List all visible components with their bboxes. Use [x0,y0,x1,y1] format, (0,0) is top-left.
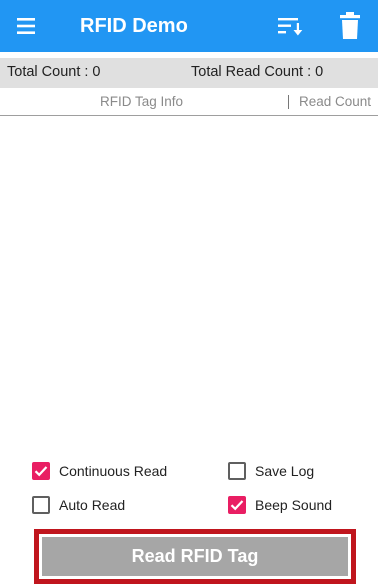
count-bar: Total Count : 0 Total Read Count : 0 [0,58,378,88]
save-log-checkbox[interactable]: Save Log [228,460,314,482]
auto-read-label: Auto Read [59,497,126,513]
sort-icon[interactable] [277,13,305,39]
beep-sound-checkbox[interactable]: Beep Sound [228,494,332,516]
checkbox-unchecked-icon [32,496,50,514]
app-toolbar: RFID Demo [0,0,378,52]
checkbox-checked-icon [228,496,246,514]
beep-sound-label: Beep Sound [255,497,333,513]
continuous-read-checkbox[interactable]: Continuous Read [32,460,167,482]
checkbox-unchecked-icon [228,462,246,480]
trash-icon[interactable] [338,11,362,41]
hamburger-menu-icon[interactable] [16,14,40,38]
column-divider [288,95,289,109]
tag-list[interactable] [0,117,378,447]
tag-list-header: RFID Tag Info Read Count [0,89,378,116]
rfid-demo-screen: RFID Demo Total Count : 0 Total Read Cou… [0,0,378,585]
auto-read-checkbox[interactable]: Auto Read [32,494,125,516]
column-header-read-count: Read Count [299,94,372,109]
read-rfid-tag-button[interactable]: Read RFID Tag [42,537,348,576]
column-header-tag-info: RFID Tag Info [100,94,184,109]
read-button-highlight: Read RFID Tag [34,529,356,584]
total-count: Total Count : 0 [7,64,101,80]
continuous-read-label: Continuous Read [59,463,168,479]
app-title: RFID Demo [80,15,188,37]
total-read-count: Total Read Count : 0 [191,64,324,80]
checkbox-checked-icon [32,462,50,480]
save-log-label: Save Log [255,463,315,479]
